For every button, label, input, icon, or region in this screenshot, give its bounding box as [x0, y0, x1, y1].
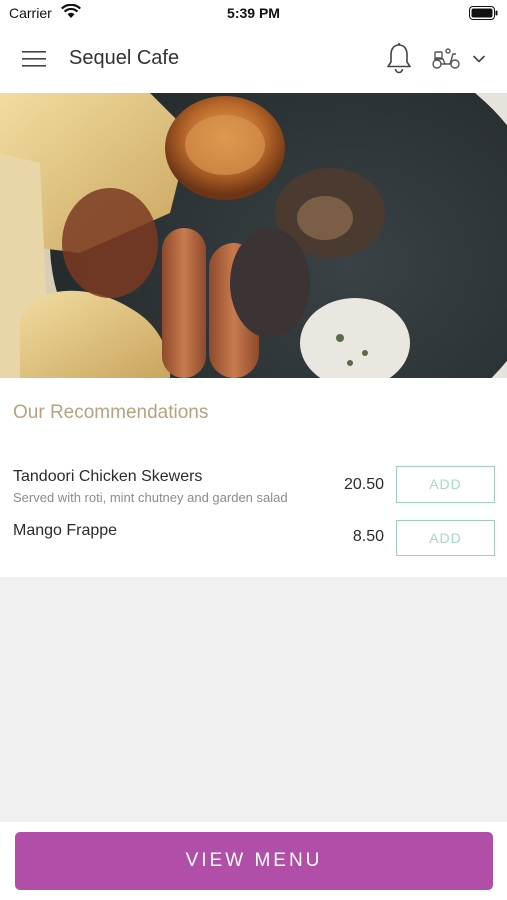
item-name: Tandoori Chicken Skewers [13, 468, 203, 485]
bottom-bar: VIEW MENU [0, 822, 507, 900]
breakfast-plate-photo [0, 93, 507, 378]
item-description: Served with roti, mint chutney and garde… [13, 490, 288, 505]
bell-icon[interactable] [385, 42, 413, 74]
app-header: Sequel Cafe [0, 26, 507, 93]
view-menu-button[interactable]: VIEW MENU [15, 832, 493, 890]
item-price: 8.50 [352, 528, 384, 545]
status-bar: Carrier 5:39 PM [0, 0, 507, 26]
section-title: Our Recommendations [13, 402, 209, 423]
hero-image [0, 93, 507, 378]
item-name: Mango Frappe [13, 522, 118, 539]
status-time: 5:39 PM [227, 5, 280, 21]
scooter-icon[interactable] [431, 47, 461, 71]
page-title: Sequel Cafe [69, 47, 180, 69]
chevron-down-icon[interactable] [472, 53, 486, 65]
item-price: 20.50 [343, 476, 384, 493]
battery-icon [469, 6, 498, 20]
add-button[interactable]: ADD [396, 466, 495, 503]
recommendations-section: Our Recommendations Tandoori Chicken Ske… [0, 378, 507, 577]
hamburger-icon[interactable] [22, 49, 48, 69]
add-button[interactable]: ADD [396, 520, 495, 556]
